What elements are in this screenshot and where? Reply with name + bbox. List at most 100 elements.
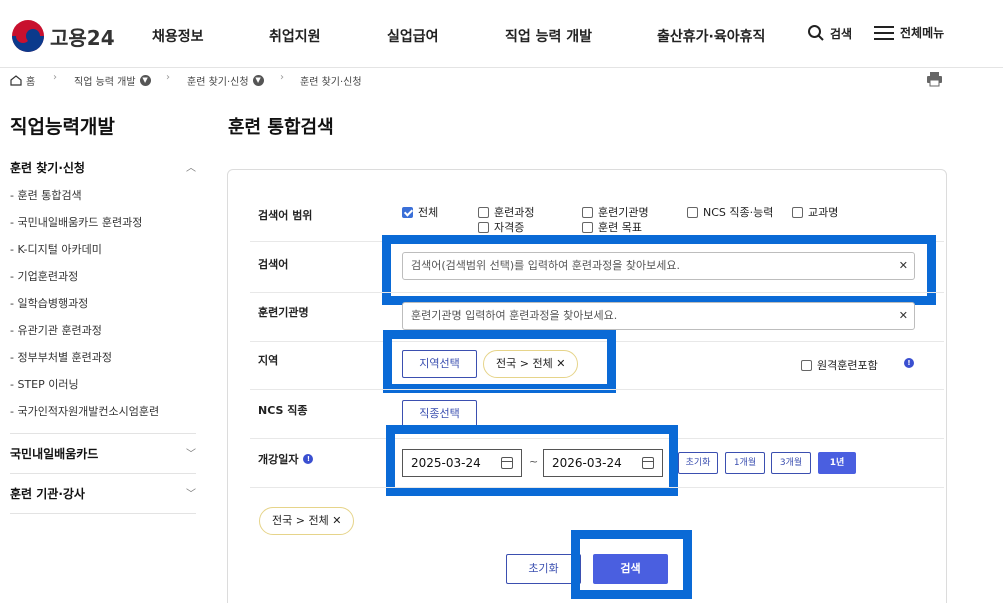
ncs-select-button[interactable]: 직종선택 bbox=[402, 400, 477, 428]
row-divider bbox=[250, 389, 944, 390]
breadcrumb-separator-icon: › bbox=[53, 72, 57, 83]
home-icon bbox=[10, 75, 22, 86]
breadcrumb-item-label: 직업 능력 개발 bbox=[74, 77, 136, 88]
header-search-label: 검색 bbox=[830, 26, 853, 41]
clear-icon[interactable]: ✕ bbox=[899, 303, 908, 329]
scope-all-checkbox[interactable]: 전체 bbox=[402, 204, 438, 220]
period-3month-button[interactable]: 3개월 bbox=[771, 452, 811, 474]
ncs-label: NCS 직종 bbox=[258, 404, 308, 417]
full-menu-label: 전체메뉴 bbox=[900, 26, 945, 40]
checkbox-icon bbox=[792, 206, 803, 218]
highlight-box bbox=[382, 235, 936, 305]
scope-subject-checkbox[interactable]: 교과명 bbox=[792, 204, 838, 220]
sidebar-item-integrated-search[interactable]: - 훈련 통합검색 bbox=[10, 187, 82, 203]
sidebar-divider bbox=[10, 473, 196, 474]
sidebar-item-national-card[interactable]: - 국민내일배움카드 훈련과정 bbox=[10, 214, 142, 230]
chevron-down-icon: ▼ bbox=[139, 75, 151, 86]
chevron-up-icon: ︿ bbox=[186, 163, 196, 174]
sidebar-divider bbox=[10, 513, 196, 514]
filter-chip-label: 전국 > 전체 bbox=[272, 514, 329, 527]
chevron-down-icon: ﹀ bbox=[186, 449, 196, 460]
sidebar-divider bbox=[10, 433, 196, 434]
checkbox-label: 훈련 목표 bbox=[598, 221, 642, 234]
sidebar-item-corporate[interactable]: - 기업훈련과정 bbox=[10, 268, 78, 284]
nav-unemployment-benefit[interactable]: 실업급여 bbox=[387, 26, 439, 46]
site-header: 고용24 채용정보 취업지원 실업급여 직업 능력 개발 출산휴가·육아휴직 검… bbox=[0, 0, 1003, 68]
breadcrumb-separator-icon: › bbox=[166, 72, 170, 83]
period-1year-button[interactable]: 1년 bbox=[818, 452, 856, 474]
breadcrumb: 홈 › 직업 능력 개발 ▼ › 훈련 찾기·신청 ▼ › 훈련 찾기·신청 bbox=[0, 68, 1003, 92]
scope-label: 검색어 범위 bbox=[258, 209, 313, 222]
checkbox-label: 훈련과정 bbox=[494, 206, 535, 219]
full-menu-button[interactable]: 전체메뉴 bbox=[874, 24, 944, 41]
institution-name-input[interactable]: 훈련기관명 입력하여 훈련과정을 찾아보세요. ✕ bbox=[402, 302, 915, 330]
close-icon[interactable]: ✕ bbox=[332, 514, 341, 527]
scope-ncs-checkbox[interactable]: NCS 직종·능력 bbox=[687, 204, 773, 220]
breadcrumb-current: 훈련 찾기·신청 bbox=[300, 73, 362, 88]
start-date-label-group: 개강일자 ! bbox=[258, 451, 314, 467]
site-logo[interactable]: 고용24 bbox=[12, 20, 115, 52]
search-icon bbox=[808, 25, 824, 41]
nav-employment-support[interactable]: 취업지원 bbox=[269, 26, 321, 46]
nav-maternity-leave[interactable]: 출산휴가·육아휴직 bbox=[657, 26, 765, 46]
checkbox-label: 전체 bbox=[418, 206, 439, 219]
breadcrumb-item-label: 훈련 찾기·신청 bbox=[300, 77, 362, 88]
info-icon[interactable]: ! bbox=[303, 454, 314, 464]
highlight-box bbox=[386, 425, 678, 496]
scope-goal-checkbox[interactable]: 훈련 목표 bbox=[582, 219, 642, 235]
chevron-down-icon: ▼ bbox=[252, 75, 264, 86]
highlight-box bbox=[383, 330, 616, 393]
breadcrumb-item-1[interactable]: 직업 능력 개발 ▼ bbox=[74, 73, 151, 88]
print-icon[interactable] bbox=[926, 71, 943, 87]
nav-jobs[interactable]: 채용정보 bbox=[152, 26, 204, 46]
scope-institution-checkbox[interactable]: 훈련기관명 bbox=[582, 204, 649, 220]
hamburger-icon bbox=[874, 25, 894, 40]
sidebar-group-institution[interactable]: 훈련 기관·강사 ﹀ bbox=[10, 485, 196, 502]
checkbox-icon bbox=[687, 206, 698, 218]
remote-training-checkbox[interactable]: 원격훈련포함 bbox=[801, 357, 878, 373]
sidebar-item-consortium[interactable]: - 국가인적자원개발컨소시엄훈련 bbox=[10, 403, 159, 419]
highlight-box bbox=[571, 530, 692, 599]
breadcrumb-item-label: 훈련 찾기·신청 bbox=[187, 77, 249, 88]
checkbox-icon bbox=[582, 206, 593, 218]
period-reset-button[interactable]: 초기화 bbox=[678, 452, 718, 474]
scope-course-checkbox[interactable]: 훈련과정 bbox=[478, 204, 534, 220]
checkbox-icon bbox=[801, 359, 812, 371]
sidebar-group-training-search[interactable]: 훈련 찾기·신청 ︿ bbox=[10, 159, 196, 176]
sidebar-item-step[interactable]: - STEP 이러닝 bbox=[10, 376, 79, 392]
checkbox-label: 훈련기관명 bbox=[598, 206, 649, 219]
row-divider bbox=[250, 292, 944, 293]
checkbox-label: 자격증 bbox=[494, 221, 525, 234]
page-title: 훈련 통합검색 bbox=[228, 117, 334, 138]
sidebar-item-related-agency[interactable]: - 유관기관 훈련과정 bbox=[10, 322, 102, 338]
scope-certificate-checkbox[interactable]: 자격증 bbox=[478, 219, 524, 235]
checkbox-label: 교과명 bbox=[808, 206, 839, 219]
info-icon[interactable]: ! bbox=[904, 358, 914, 368]
sidebar-group-label: 훈련 기관·강사 bbox=[10, 487, 85, 501]
sidebar-title: 직업능력개발 bbox=[10, 116, 115, 138]
header-search-button[interactable]: 검색 bbox=[807, 24, 852, 42]
row-divider bbox=[250, 487, 944, 488]
checkbox-icon bbox=[478, 221, 489, 233]
sidebar-item-k-digital[interactable]: - K-디지털 아카데미 bbox=[10, 241, 102, 257]
period-1month-button[interactable]: 1개월 bbox=[725, 452, 765, 474]
institution-name-label: 훈련기관명 bbox=[258, 306, 309, 319]
sidebar-item-government[interactable]: - 정부부처별 훈련과정 bbox=[10, 349, 112, 365]
breadcrumb-item-2[interactable]: 훈련 찾기·신청 ▼ bbox=[187, 73, 264, 88]
keyword-label: 검색어 bbox=[258, 258, 289, 271]
checkbox-label: NCS 직종·능력 bbox=[703, 206, 774, 219]
chevron-down-icon: ﹀ bbox=[186, 489, 196, 500]
sidebar-item-work-study[interactable]: - 일학습병행과정 bbox=[10, 295, 88, 311]
nav-vocational-training[interactable]: 직업 능력 개발 bbox=[505, 26, 592, 46]
checkbox-icon bbox=[478, 206, 489, 218]
taegeuk-logo-icon bbox=[12, 20, 44, 52]
region-label: 지역 bbox=[258, 354, 279, 367]
checkbox-checked-icon bbox=[402, 206, 413, 218]
checkbox-icon bbox=[582, 221, 593, 233]
reset-button[interactable]: 초기화 bbox=[506, 554, 581, 584]
start-date-label: 개강일자 bbox=[258, 453, 299, 466]
breadcrumb-home[interactable]: 홈 bbox=[10, 73, 35, 88]
sidebar-group-label: 훈련 찾기·신청 bbox=[10, 161, 85, 175]
sidebar-group-national-card[interactable]: 국민내일배움카드 ﹀ bbox=[10, 445, 196, 462]
selected-filter-chip[interactable]: 전국 > 전체 ✕ bbox=[259, 507, 355, 535]
